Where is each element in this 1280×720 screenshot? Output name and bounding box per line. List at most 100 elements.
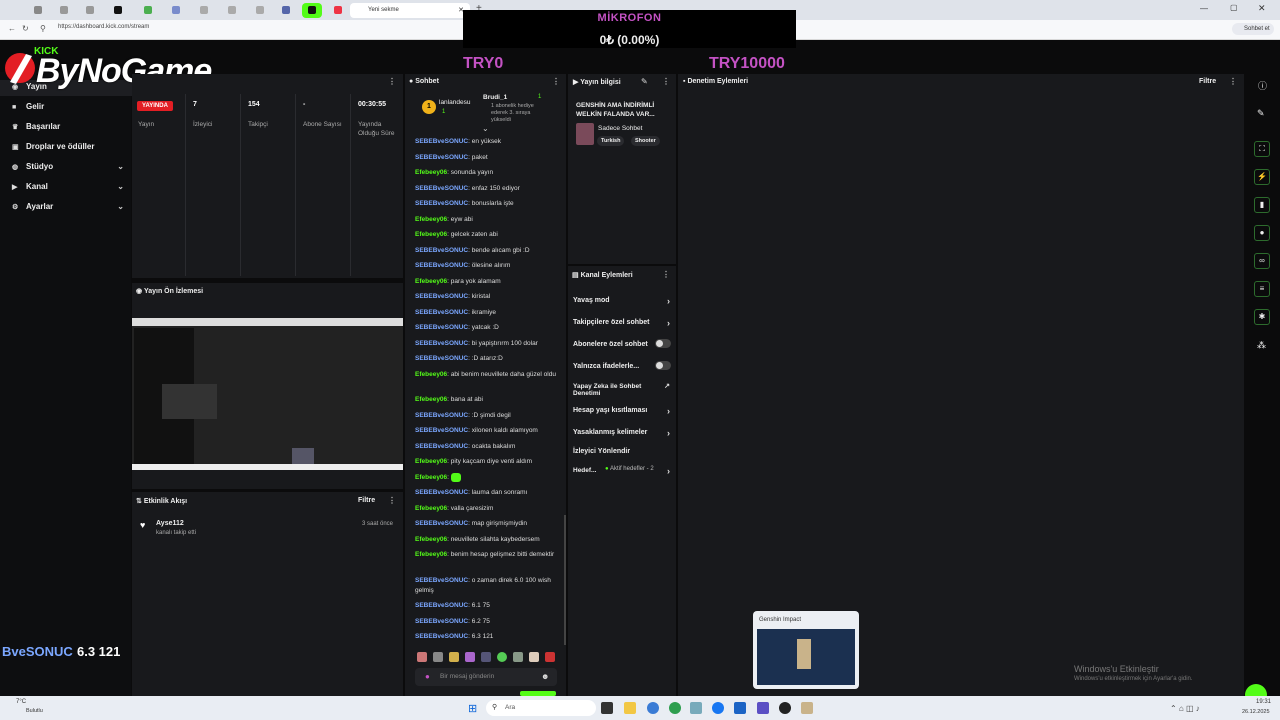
chat-username[interactable]: Efebeey06 bbox=[415, 169, 447, 176]
browser-tab[interactable] bbox=[194, 3, 214, 18]
chrome-icon[interactable] bbox=[669, 702, 681, 714]
site-info-icon[interactable]: ⚲ bbox=[40, 24, 46, 33]
chat-username[interactable]: Efebeey06 bbox=[415, 551, 447, 558]
chat-username[interactable]: Efebeey06 bbox=[415, 505, 447, 512]
edit-icon[interactable]: ✎ bbox=[641, 77, 648, 86]
emote-icon[interactable] bbox=[433, 652, 443, 662]
add-widget-icon[interactable]: ⁂ bbox=[1257, 340, 1266, 351]
more-icon[interactable]: ⋮ bbox=[662, 77, 670, 86]
chat-username[interactable]: SEBEBveSONUC bbox=[415, 412, 468, 419]
back-icon[interactable]: ← bbox=[8, 24, 16, 33]
sidebar-item-droplar[interactable]: ▣ Droplar ve ödüller bbox=[12, 142, 124, 156]
chat-username[interactable]: SEBEBveSONUC bbox=[415, 577, 468, 584]
category-thumbnail[interactable] bbox=[576, 123, 594, 145]
edit-icon[interactable]: ✎ bbox=[1257, 108, 1265, 119]
sidebar-item-gelir[interactable]: ■ Gelir bbox=[12, 102, 124, 116]
tray-icons[interactable]: ⌃ ⌂ ◫ ♪ bbox=[1170, 704, 1200, 713]
sidebar-item-ayarlar[interactable]: ⚙ Ayarlar ⌄ bbox=[12, 202, 124, 216]
browser-tab[interactable] bbox=[166, 3, 186, 18]
rail-chat-icon[interactable]: ● bbox=[1254, 225, 1270, 241]
channel-action-item[interactable]: Abonelere özel sohbet bbox=[573, 339, 673, 348]
chat-username[interactable]: Efebeey06 bbox=[415, 536, 447, 543]
toggle-switch[interactable] bbox=[655, 339, 671, 348]
chat-button[interactable]: Sohbet et bbox=[1232, 23, 1274, 35]
chat-username[interactable]: SEBEBveSONUC bbox=[415, 427, 468, 434]
chat-input[interactable]: ● Bir mesaj gönderin ☻ bbox=[415, 668, 557, 686]
chat-username[interactable]: SEBEBveSONUC bbox=[415, 185, 468, 192]
mic-icon[interactable]: ● bbox=[425, 672, 430, 681]
reload-icon[interactable]: ↻ bbox=[22, 24, 29, 33]
weather-temp[interactable]: 7°C bbox=[16, 699, 26, 705]
facebook-icon[interactable] bbox=[712, 702, 724, 714]
browser-tab[interactable] bbox=[276, 3, 296, 18]
taskbar-search[interactable]: ⚲ Ara bbox=[486, 700, 596, 716]
file-explorer-icon[interactable] bbox=[624, 702, 636, 714]
emote-icon[interactable] bbox=[449, 652, 459, 662]
sidebar-item-basarilar[interactable]: ♛ Başarılar bbox=[12, 122, 124, 136]
info-icon[interactable]: ⓘ bbox=[1258, 79, 1267, 92]
browser-tab[interactable] bbox=[138, 3, 158, 18]
emote-icon[interactable] bbox=[417, 652, 427, 662]
event-user[interactable]: Ayse112 bbox=[156, 520, 184, 527]
teams-icon[interactable] bbox=[757, 702, 769, 714]
category-name[interactable]: Sadece Sohbet bbox=[598, 125, 642, 132]
rail-list-icon[interactable]: ≡ bbox=[1254, 281, 1270, 297]
more-icon[interactable]: ⋮ bbox=[388, 77, 396, 86]
emote-icon[interactable] bbox=[545, 652, 555, 662]
pinned-user-2[interactable]: Brudi_1 bbox=[483, 94, 507, 101]
chat-username[interactable]: Efebeey06 bbox=[415, 371, 447, 378]
url-field[interactable]: https://dashboard.kick.com/stream bbox=[58, 24, 149, 30]
minimize-button[interactable]: — bbox=[1200, 4, 1208, 13]
chat-username[interactable]: SEBEBveSONUC bbox=[415, 602, 468, 609]
channel-action-item[interactable]: Yavaş mod › bbox=[573, 296, 673, 306]
chat-username[interactable]: Efebeey06 bbox=[415, 396, 447, 403]
browser-tab[interactable] bbox=[328, 3, 348, 18]
taskbar-preview-popup[interactable]: Genshin Impact bbox=[753, 611, 859, 689]
chat-username[interactable]: SEBEBveSONUC bbox=[415, 340, 468, 347]
browser-tab[interactable] bbox=[28, 3, 48, 18]
chat-username[interactable]: SEBEBveSONUC bbox=[415, 154, 468, 161]
channel-action-item[interactable]: İzleyici Yönlendir bbox=[573, 448, 673, 455]
rail-screenshot-icon[interactable]: ⛶ bbox=[1254, 141, 1270, 157]
chat-username[interactable]: SEBEBveSONUC bbox=[415, 262, 468, 269]
channel-action-item[interactable]: Yasaklanmış kelimeler › bbox=[573, 428, 673, 438]
active-tab[interactable]: Yeni sekme ✕ bbox=[350, 3, 470, 18]
emote-icon[interactable] bbox=[513, 652, 523, 662]
chat-username[interactable]: Efebeey06 bbox=[415, 474, 447, 481]
browser-tab[interactable] bbox=[80, 3, 100, 18]
obs-icon[interactable] bbox=[779, 702, 791, 714]
channel-action-item[interactable]: Hesap yaşı kısıtlaması › bbox=[573, 406, 673, 416]
rail-wrench-icon[interactable]: ✱ bbox=[1254, 309, 1270, 325]
channel-action-item[interactable]: Takipçilere özel sohbet › bbox=[573, 318, 673, 328]
tag-chip[interactable]: Turkish bbox=[597, 136, 625, 146]
more-icon[interactable]: ⋮ bbox=[1229, 77, 1237, 86]
toggle-switch[interactable] bbox=[655, 361, 671, 370]
moderation-filter-button[interactable]: Filtre bbox=[1199, 78, 1216, 85]
channel-action-item[interactable]: Yalnızca ifadelerle... bbox=[573, 361, 673, 370]
close-window-button[interactable]: ✕ bbox=[1258, 3, 1266, 14]
more-icon[interactable]: ⋮ bbox=[552, 77, 560, 86]
edge-icon[interactable] bbox=[647, 702, 659, 714]
genshin-icon[interactable] bbox=[801, 702, 813, 714]
chat-username[interactable]: SEBEBveSONUC bbox=[415, 309, 468, 316]
emote-icon[interactable] bbox=[481, 652, 491, 662]
chat-username[interactable]: Efebeey06 bbox=[415, 216, 447, 223]
chat-username[interactable]: SEBEBveSONUC bbox=[415, 520, 468, 527]
chat-username[interactable]: SEBEBveSONUC bbox=[415, 618, 468, 625]
stream-preview-video[interactable] bbox=[132, 318, 403, 470]
maximize-button[interactable]: ▢ bbox=[1230, 3, 1238, 12]
pinned-user-1[interactable]: lanlandesu bbox=[439, 99, 470, 106]
chat-username[interactable]: SEBEBveSONUC bbox=[415, 293, 468, 300]
browser-tab[interactable] bbox=[222, 3, 242, 18]
app-icon[interactable] bbox=[734, 702, 746, 714]
channel-action-item[interactable]: Yapay Zeka ile Sohbet Denetimi ↗ bbox=[573, 383, 673, 397]
chat-username[interactable]: SEBEBveSONUC bbox=[415, 200, 468, 207]
emote-icon[interactable] bbox=[497, 652, 507, 662]
emoji-icon[interactable]: ☻ bbox=[541, 672, 549, 681]
rail-link-icon[interactable]: ∞ bbox=[1254, 253, 1270, 269]
chat-username[interactable]: Efebeey06 bbox=[415, 231, 447, 238]
browser-tab[interactable] bbox=[250, 3, 270, 18]
chat-username[interactable]: SEBEBveSONUC bbox=[415, 324, 468, 331]
clock-time[interactable]: 19:31 bbox=[1256, 699, 1271, 705]
chat-username[interactable]: SEBEBveSONUC bbox=[415, 247, 468, 254]
